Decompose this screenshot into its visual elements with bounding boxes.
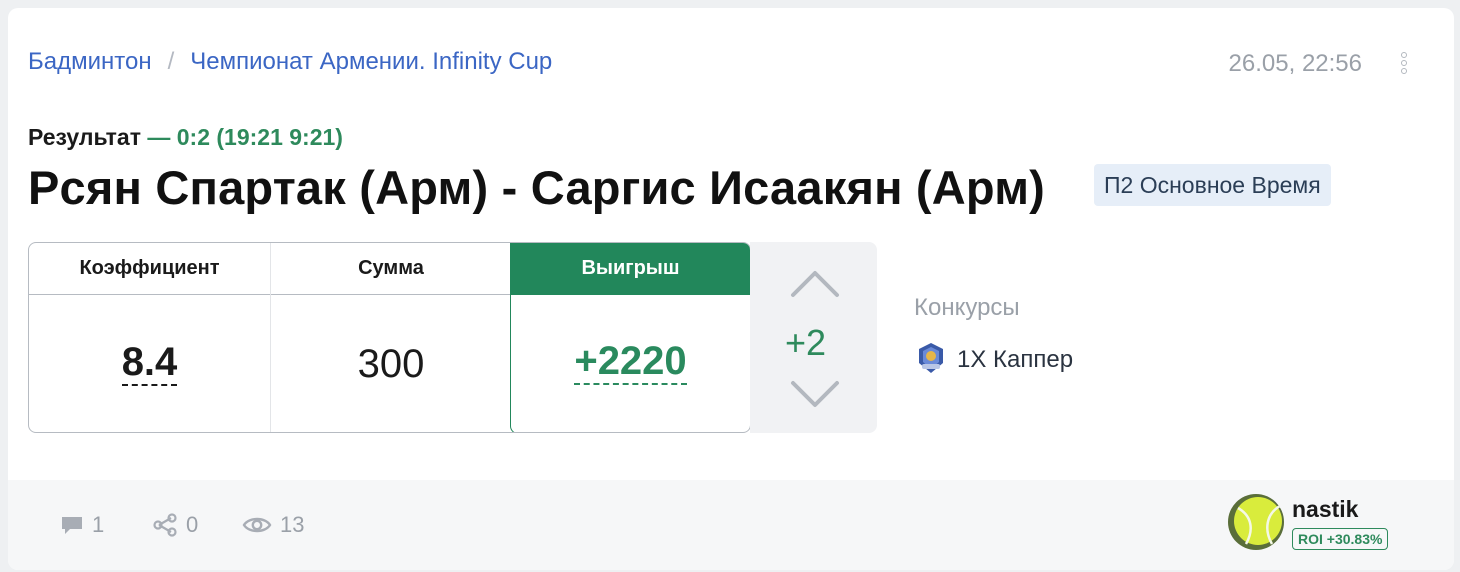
stake-column: Сумма 300 — [270, 243, 511, 432]
odds-column: Коэффициент 8.4 — [29, 243, 270, 432]
win-value[interactable]: +2220 — [574, 341, 687, 385]
post-date: 26.05, 22:56 — [1228, 50, 1362, 77]
breadcrumb: Бадминтон / Чемпионат Армении. Infinity Cu… — [28, 48, 552, 76]
stake-header: Сумма — [271, 243, 511, 295]
rating-value: +2 — [784, 322, 827, 363]
comments-count: 1 — [92, 512, 105, 537]
win-column: Выигрыш +2220 — [510, 243, 750, 432]
contest-label: 1X Каппер — [957, 346, 1074, 373]
contest-item[interactable]: 1X Каппер — [914, 342, 1073, 378]
trophy-badge-icon — [914, 341, 948, 380]
shares-count: 0 — [186, 512, 199, 537]
eye-icon — [242, 517, 272, 533]
shares-counter[interactable]: 0 — [152, 510, 198, 540]
views-count: 13 — [280, 512, 305, 537]
bet-type-badge: П2 Основное Время — [1094, 164, 1331, 206]
match-title: Рсян Спартак (Арм) - Саргис Исаакян (Арм… — [28, 161, 1046, 214]
breadcrumb-sport-link[interactable]: Бадминтон — [28, 48, 152, 75]
result-score: — 0:2 (19:21 9:21) — [147, 124, 343, 150]
breadcrumb-separator: / — [167, 48, 175, 75]
bet-stats-table: Коэффициент 8.4 Сумма 300 Выигрыш +2220 — [28, 242, 751, 433]
contests-title: Конкурсы — [914, 294, 1020, 321]
win-body: +2220 — [510, 294, 750, 432]
rating-voter: +2 — [750, 242, 877, 433]
comment-icon — [62, 517, 82, 534]
author-roi-badge: ROI +30.83% — [1292, 528, 1389, 550]
odds-value-cell: 8.4 — [29, 295, 270, 432]
vote-down-chevron-icon[interactable] — [790, 380, 840, 410]
author-name[interactable]: nastik — [1292, 496, 1358, 523]
vote-up-chevron-icon[interactable] — [790, 268, 840, 298]
more-options-icon[interactable] — [1398, 52, 1410, 78]
win-value-cell: +2220 — [511, 294, 750, 432]
odds-value[interactable]: 8.4 — [121, 342, 178, 386]
odds-header: Коэффициент — [29, 243, 270, 295]
result-line: Результат — 0:2 (19:21 9:21) — [28, 124, 343, 151]
views-counter: 13 — [242, 510, 304, 540]
result-label: Результат — [28, 124, 141, 150]
share-icon — [153, 513, 177, 537]
breadcrumb-tournament-link[interactable]: Чемпионат Армении. Infinity Cup — [190, 48, 552, 75]
prediction-card: Бадминтон / Чемпионат Армении. Infinity Cu… — [8, 8, 1454, 570]
win-header: Выигрыш — [510, 243, 750, 295]
author-avatar[interactable] — [1228, 494, 1284, 550]
stake-value: 300 — [357, 341, 425, 386]
comments-counter[interactable]: 1 — [60, 510, 104, 540]
card-footer: 1 0 13 nastik ROI +30.83% — [8, 480, 1454, 570]
